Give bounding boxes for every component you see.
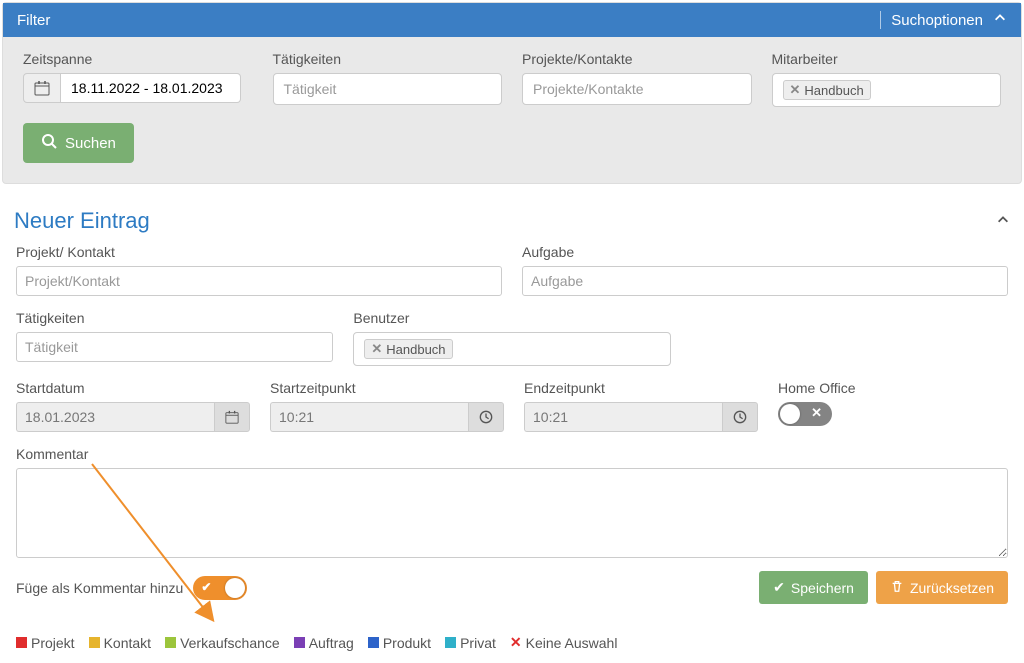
project-label: Projekt/ Kontakt (16, 244, 502, 260)
endtime-label: Endzeitpunkt (524, 380, 758, 396)
user-label: Benutzer (353, 310, 670, 326)
employee-chip: ✕ Handbuch (783, 80, 871, 100)
user-select[interactable]: ✕ Handbuch (353, 332, 670, 366)
employee-chip-label: Handbuch (804, 83, 863, 98)
task-label: Aufgabe (522, 244, 1008, 260)
startdate-input[interactable] (16, 402, 214, 432)
search-icon (41, 133, 57, 153)
legend-label: Kontakt (104, 635, 151, 651)
task-field: Aufgabe (522, 244, 1008, 296)
activity-label: Tätigkeiten (273, 51, 503, 67)
activity-input[interactable] (16, 332, 333, 362)
filter-projects: Projekte/Kontakte Projekte/Kontakte (522, 51, 752, 107)
search-button[interactable]: Suchen (23, 123, 134, 163)
remove-chip-icon[interactable]: ✕ (371, 341, 382, 357)
section-header: Neuer Eintrag (2, 204, 1022, 244)
legend-item: Privat (445, 634, 496, 651)
legend-label: Auftrag (309, 635, 354, 651)
projects-select[interactable]: Projekte/Kontakte (522, 73, 752, 105)
legend-color-icon (294, 637, 305, 648)
legend-label: Privat (460, 635, 496, 651)
homeoffice-label: Home Office (778, 380, 1008, 396)
project-input[interactable] (16, 266, 502, 296)
activity-field: Tätigkeiten (16, 310, 333, 366)
calendar-icon[interactable] (214, 402, 250, 432)
comment-label: Kommentar (16, 446, 1008, 462)
timespan-label: Zeitspanne (23, 51, 253, 67)
employees-label: Mitarbeiter (772, 51, 1002, 67)
clock-icon[interactable] (468, 402, 504, 432)
remove-chip-icon[interactable]: ✕ (790, 82, 801, 98)
x-icon: ✕ (510, 634, 522, 651)
legend-color-icon (165, 637, 176, 648)
legend-item: Kontakt (89, 634, 151, 651)
filter-title: Filter (17, 12, 50, 29)
legend-label: Keine Auswahl (526, 635, 618, 651)
endtime-input[interactable] (524, 402, 722, 432)
legend-color-icon (445, 637, 456, 648)
add-comment-row: Füge als Kommentar hinzu ✔ (16, 576, 247, 600)
chevron-up-icon[interactable] (996, 213, 1010, 230)
legend: Projekt Kontakt Verkaufschance Auftrag Produ… (2, 624, 1022, 661)
legend-label: Projekt (31, 635, 75, 651)
reset-button-label: Zurücksetzen (910, 580, 994, 596)
task-input[interactable] (522, 266, 1008, 296)
check-icon: ✔ (201, 580, 211, 594)
legend-item: Verkaufschance (165, 634, 280, 651)
x-icon: ✕ (811, 405, 822, 421)
starttime-label: Startzeitpunkt (270, 380, 504, 396)
activity-label2: Tätigkeiten (16, 310, 333, 326)
save-button[interactable]: ✔ Speichern (759, 571, 868, 604)
startdate-field: Startdatum (16, 380, 250, 432)
clock-icon[interactable] (722, 402, 758, 432)
legend-color-icon (16, 637, 27, 648)
add-comment-label: Füge als Kommentar hinzu (16, 580, 183, 596)
filter-header: Filter Suchoptionen (3, 3, 1021, 37)
timespan-input[interactable] (61, 73, 241, 103)
comment-field: Kommentar (16, 446, 1008, 561)
section-title: Neuer Eintrag (14, 208, 150, 234)
user-chip-label: Handbuch (386, 342, 445, 357)
activity-select[interactable]: Tätigkeit (273, 73, 503, 105)
starttime-field: Startzeitpunkt (270, 380, 504, 432)
legend-color-icon (368, 637, 379, 648)
trash-icon (890, 579, 904, 596)
entry-form: Projekt/ Kontakt Aufgabe Tätigkeiten Ben… (2, 244, 1022, 624)
employees-select[interactable]: ✕ Handbuch (772, 73, 1002, 107)
project-field: Projekt/ Kontakt (16, 244, 502, 296)
save-button-label: Speichern (791, 580, 854, 596)
add-comment-toggle[interactable]: ✔ (193, 576, 247, 600)
filter-panel: Filter Suchoptionen Zeitspanne Tätigkeit… (2, 2, 1022, 184)
endtime-field: Endzeitpunkt (524, 380, 758, 432)
legend-item: Projekt (16, 634, 75, 651)
legend-item: Auftrag (294, 634, 354, 651)
legend-label: Verkaufschance (180, 635, 280, 651)
legend-color-icon (89, 637, 100, 648)
divider (880, 11, 881, 29)
calendar-icon[interactable] (23, 73, 61, 103)
check-icon: ✔ (773, 579, 785, 596)
user-chip: ✕ Handbuch (364, 339, 452, 359)
comment-textarea[interactable] (16, 468, 1008, 558)
legend-item: Produkt (368, 634, 431, 651)
chevron-up-icon[interactable] (993, 11, 1007, 29)
filter-employees: Mitarbeiter ✕ Handbuch (772, 51, 1002, 107)
search-button-label: Suchen (65, 135, 116, 152)
filter-timespan: Zeitspanne (23, 51, 253, 107)
filter-activity: Tätigkeiten Tätigkeit (273, 51, 503, 107)
reset-button[interactable]: Zurücksetzen (876, 571, 1008, 604)
homeoffice-toggle[interactable]: ✕ (778, 402, 832, 426)
projects-label: Projekte/Kontakte (522, 51, 752, 67)
legend-item: ✕Keine Auswahl (510, 634, 618, 651)
startdate-label: Startdatum (16, 380, 250, 396)
activity-placeholder: Tätigkeit (284, 81, 337, 97)
starttime-input[interactable] (270, 402, 468, 432)
projects-placeholder: Projekte/Kontakte (533, 81, 644, 97)
user-field: Benutzer ✕ Handbuch (353, 310, 670, 366)
homeoffice-field: Home Office ✕ (778, 380, 1008, 432)
legend-label: Produkt (383, 635, 431, 651)
search-options-link[interactable]: Suchoptionen (891, 12, 983, 29)
